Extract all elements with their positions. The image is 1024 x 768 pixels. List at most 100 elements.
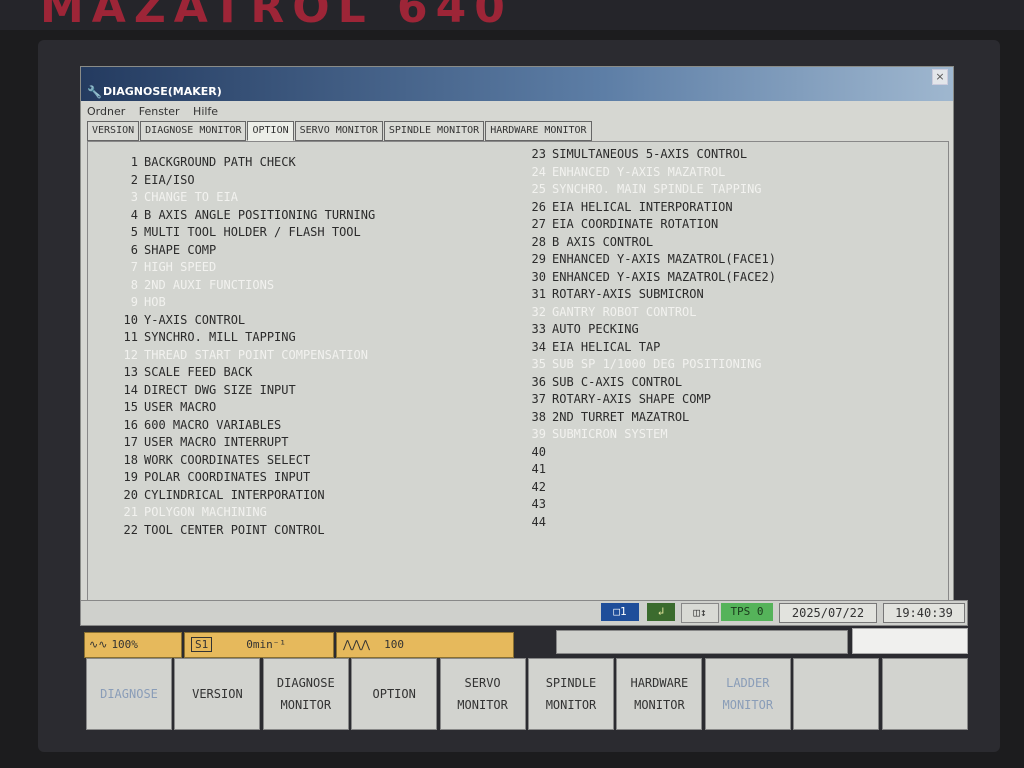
mode-icon: ↲: [647, 603, 675, 621]
option-row: 40: [524, 444, 776, 462]
diagnose-window: 🔧 DIAGNOSE(MAKER) × Ordner Fenster Hilfe…: [80, 66, 954, 608]
tab-option[interactable]: OPTION: [247, 121, 294, 141]
rapid-override-value: 100: [384, 638, 404, 651]
option-row: 6 SHAPE COMP: [116, 242, 375, 260]
function-key-2[interactable]: VERSION: [174, 658, 261, 730]
station-indicator: □1: [601, 603, 639, 621]
window-title: DIAGNOSE(MAKER): [103, 85, 222, 98]
input-bar[interactable]: [852, 628, 968, 654]
function-key-label: DIAGNOSE: [100, 687, 158, 701]
tps-indicator: TPS 0: [721, 603, 773, 621]
option-number: 16: [123, 417, 138, 432]
option-label: SUB SP 1/1000 DEG POSITIONING: [552, 357, 762, 371]
spindle-label: S1: [191, 637, 213, 652]
option-label: B AXIS CONTROL: [552, 234, 654, 249]
option-row: 14 DIRECT DWG SIZE INPUT: [116, 382, 375, 400]
option-row: 15 USER MACRO: [116, 399, 375, 417]
option-label: ROTARY-AXIS SUBMICRON: [552, 287, 704, 301]
option-row: 28 B AXIS CONTROL: [524, 234, 776, 252]
tab-bar: VERSION DIAGNOSE MONITOR OPTION SERVO MONIT…: [87, 121, 593, 141]
option-number: 25: [531, 182, 546, 196]
option-row: 12 THREAD START POINT COMPENSATION: [116, 347, 375, 365]
option-row: 41: [524, 461, 776, 479]
option-number: 31: [531, 287, 546, 301]
menu-fenster[interactable]: Fenster: [139, 105, 180, 118]
function-key-8[interactable]: LADDER MONITOR: [704, 658, 791, 730]
message-icon: ◫↕: [681, 603, 719, 623]
spindle-indicator: S1 0min⁻¹: [184, 632, 334, 658]
tab-spindle-monitor[interactable]: SPINDLE MONITOR: [383, 121, 485, 141]
spindle-speed: 0min⁻¹: [246, 638, 286, 651]
message-bar: [556, 630, 848, 654]
function-key-7[interactable]: HARDWARE MONITOR: [616, 658, 703, 730]
option-number: 10: [123, 312, 138, 327]
function-key-label: DIAGNOSE: [276, 676, 335, 690]
function-key-label: VERSION: [192, 687, 243, 701]
option-label: AUTO PECKING: [552, 322, 639, 336]
option-row: 29 ENHANCED Y-AXIS MAZATROL(FACE1): [524, 251, 776, 269]
wave-icon: ∿∿: [89, 638, 108, 651]
function-key-3[interactable]: DIAGNOSE MONITOR: [262, 658, 349, 730]
status-bar: □1 ↲ ◫↕ TPS 0 2025/07/22 19:40:39: [80, 600, 968, 626]
option-row: 18 WORK COORDINATES SELECT: [116, 452, 375, 470]
function-key-4[interactable]: OPTION: [351, 658, 438, 730]
option-label: SUB C-AXIS CONTROL: [552, 374, 683, 389]
option-label: SIMULTANEOUS 5-AXIS CONTROL: [552, 147, 748, 161]
tab-servo-monitor[interactable]: SERVO MONITOR: [294, 121, 383, 141]
option-row: 42: [524, 479, 776, 497]
option-number: 14: [123, 382, 138, 397]
function-key-9[interactable]: [793, 658, 880, 730]
option-number: 12: [123, 347, 138, 362]
option-row: 37 ROTARY-AXIS SHAPE COMP: [524, 391, 776, 409]
option-row: 32 GANTRY ROBOT CONTROL: [524, 304, 776, 322]
option-row: 33 AUTO PECKING: [524, 321, 776, 339]
option-label: USER MACRO INTERRUPT: [144, 435, 289, 449]
option-number: 15: [123, 400, 138, 414]
option-label: HOB: [144, 295, 166, 309]
option-row: 17 USER MACRO INTERRUPT: [116, 434, 375, 452]
option-number: 13: [123, 365, 138, 379]
option-number: 35: [531, 357, 546, 371]
option-label: SUBMICRON SYSTEM: [552, 427, 668, 441]
option-row: 26 EIA HELICAL INTERPORATION: [524, 199, 776, 217]
option-number: 7: [130, 260, 138, 274]
option-number: 2: [130, 172, 138, 187]
title-bar: 🔧 DIAGNOSE(MAKER) ×: [81, 67, 953, 101]
function-key-10[interactable]: [881, 658, 968, 730]
function-key-1[interactable]: DIAGNOSE: [86, 658, 172, 730]
option-number: 5: [130, 225, 138, 239]
function-key-sublabel: MONITOR: [722, 698, 774, 712]
function-key-label: SPINDLE: [545, 676, 597, 690]
option-row: 22 TOOL CENTER POINT CONTROL: [116, 522, 375, 540]
option-label: SHAPE COMP: [144, 242, 217, 257]
tab-version[interactable]: VERSION: [87, 121, 140, 141]
option-number: 39: [531, 427, 546, 441]
option-label: 2ND AUXI FUNCTIONS: [144, 277, 275, 292]
close-button[interactable]: ×: [932, 69, 948, 85]
option-label: ENHANCED Y-AXIS MAZATROL(FACE2): [552, 269, 776, 284]
option-list-left: 1 BACKGROUND PATH CHECK 2 EIA/ISO 3 CHANGE TO…: [116, 154, 376, 540]
option-row: 9 HOB: [116, 294, 375, 312]
option-label: SYNCHRO. MILL TAPPING: [144, 330, 296, 344]
menu-hilfe[interactable]: Hilfe: [193, 105, 218, 118]
option-label: ENHANCED Y-AXIS MAZATROL: [552, 164, 726, 179]
option-row: 8 2ND AUXI FUNCTIONS: [116, 277, 375, 295]
option-row: 24 ENHANCED Y-AXIS MAZATROL: [524, 164, 776, 182]
menu-ordner[interactable]: Ordner: [87, 105, 125, 118]
option-row: 19 POLAR COORDINATES INPUT: [116, 469, 375, 487]
option-number: 40: [531, 444, 546, 459]
option-number: 42: [531, 479, 546, 494]
option-label: DIRECT DWG SIZE INPUT: [144, 382, 296, 397]
function-key-sublabel: MONITOR: [634, 698, 685, 712]
rapid-override-indicator: ⋀⋀⋀ 100: [336, 632, 514, 658]
tab-hardware-monitor[interactable]: HARDWARE MONITOR: [485, 121, 592, 141]
option-row: 44: [524, 514, 776, 532]
tab-diagnose-monitor[interactable]: DIAGNOSE MONITOR: [140, 121, 247, 141]
option-number: 3: [130, 190, 138, 204]
option-number: 32: [531, 304, 546, 319]
option-label: POLYGON MACHINING: [144, 505, 267, 519]
function-key-6[interactable]: SPINDLE MONITOR: [528, 658, 614, 730]
option-row: 5 MULTI TOOL HOLDER / FLASH TOOL: [116, 224, 375, 242]
function-key-5[interactable]: SERVO MONITOR: [439, 658, 526, 730]
option-row: 35 SUB SP 1/1000 DEG POSITIONING: [524, 356, 776, 374]
